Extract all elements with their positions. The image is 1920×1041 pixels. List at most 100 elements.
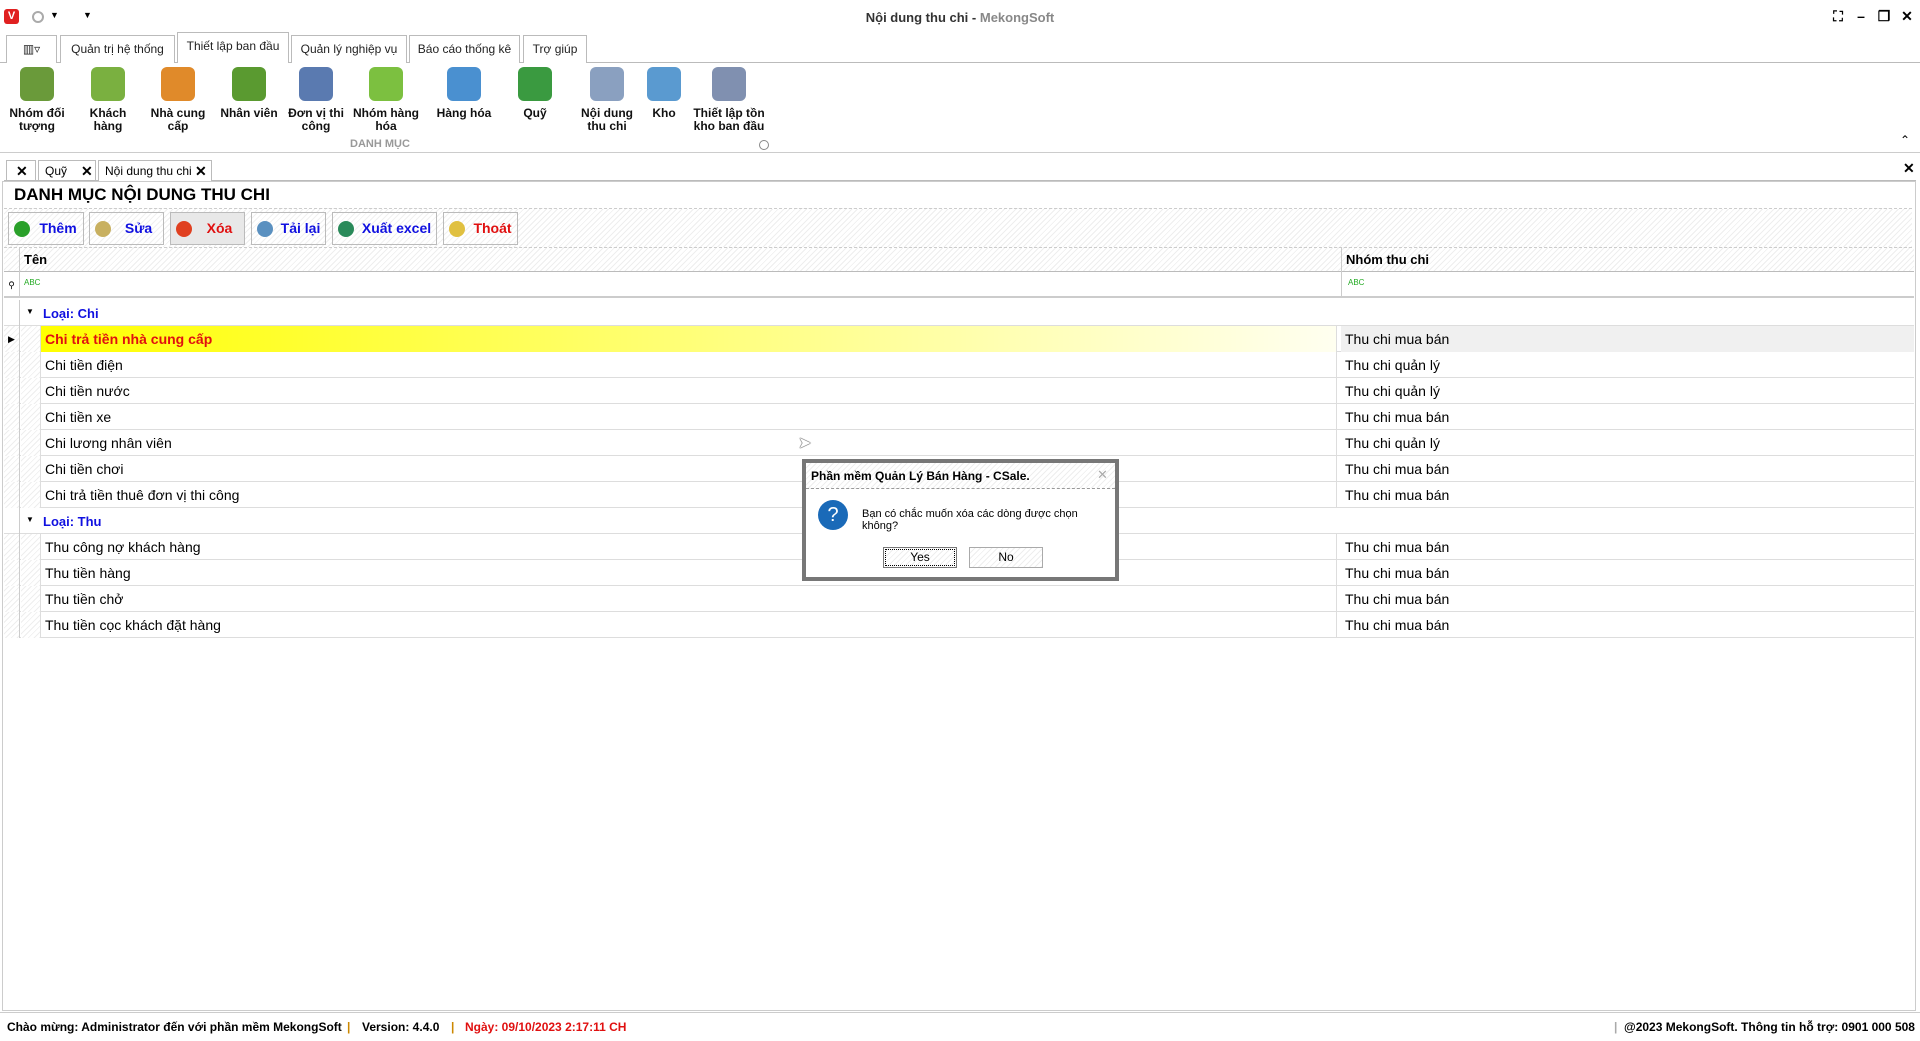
- filter-input-nhom[interactable]: ABC: [1341, 272, 1370, 298]
- edit-button[interactable]: Sửa: [89, 212, 164, 245]
- ribbon-group-expander-icon[interactable]: [759, 140, 769, 150]
- cell-nhom-thu-chi[interactable]: Thu chi mua bán: [1341, 586, 1914, 612]
- toolbar-button-label: Tải lại: [280, 220, 321, 236]
- row-indicator[interactable]: [4, 404, 20, 430]
- exit-button[interactable]: Thoát: [443, 212, 518, 245]
- document-add-icon: [590, 67, 624, 101]
- close-tab-icon[interactable]: ✕: [81, 161, 93, 181]
- no-button[interactable]: No: [969, 547, 1043, 568]
- ribbon-button-0[interactable]: Nhóm đối tượng: [6, 67, 68, 133]
- ribbon-button-9[interactable]: Kho: [644, 67, 684, 120]
- ribbon-button-3[interactable]: Nhân viên: [218, 67, 280, 120]
- row-indicator[interactable]: [4, 586, 20, 612]
- dialog-title: Phần mềm Quản Lý Bán Hàng - CSale.: [806, 463, 1115, 489]
- row-indicator[interactable]: [4, 430, 20, 456]
- tab-help[interactable]: Trợ giúp: [523, 35, 587, 64]
- ribbon-button-1[interactable]: Khách hàng: [80, 67, 136, 133]
- close-tab-icon[interactable]: ✕: [195, 161, 207, 181]
- ribbon-button-2[interactable]: Nhà cung cấp: [146, 67, 210, 133]
- reload-button[interactable]: Tải lại: [251, 212, 326, 245]
- dialog-close-button[interactable]: ✕: [1097, 467, 1108, 483]
- cell-nhom-thu-chi[interactable]: Thu chi mua bán: [1341, 560, 1914, 586]
- grid-header: Tên Nhóm thu chi: [4, 248, 1914, 272]
- cell-nhom-thu-chi[interactable]: Thu chi mua bán: [1341, 326, 1914, 352]
- mouse-cursor-icon: ➤: [798, 435, 812, 452]
- cell-nhom-thu-chi[interactable]: Thu chi mua bán: [1341, 482, 1914, 508]
- column-header-nhom-thu-chi[interactable]: Nhóm thu chi: [1341, 248, 1433, 272]
- tab-initial-setup[interactable]: Thiết lập ban đầu: [177, 32, 289, 64]
- cell-ten[interactable]: Chi tiền xe: [40, 404, 1337, 430]
- row-indicator[interactable]: [4, 560, 20, 586]
- tab-reports[interactable]: Báo cáo thống kê: [409, 35, 520, 64]
- ribbon-button-5[interactable]: Nhóm hàng hóa: [350, 67, 422, 133]
- ribbon-button-7[interactable]: Quỹ: [505, 67, 565, 120]
- cell-nhom-thu-chi[interactable]: Thu chi quản lý: [1341, 378, 1914, 404]
- column-header-ten[interactable]: Tên: [24, 252, 47, 267]
- row-indicator[interactable]: ▶: [4, 326, 20, 352]
- export-excel-button[interactable]: Xuất excel: [332, 212, 437, 245]
- cell-ten[interactable]: Thu tiền chở: [40, 586, 1337, 612]
- tab-operations[interactable]: Quản lý nghiệp vụ: [291, 35, 407, 64]
- cell-nhom-thu-chi[interactable]: Thu chi mua bán: [1341, 404, 1914, 430]
- fullscreen-icon[interactable]: ⛶: [1827, 8, 1849, 25]
- row-indicator[interactable]: [4, 378, 20, 404]
- row-indicator[interactable]: [4, 534, 20, 560]
- group-row[interactable]: ▼ Loại: Chi: [4, 300, 1914, 326]
- table-row[interactable]: Chi tiền xe Thu chi mua bán: [4, 404, 1914, 430]
- people-group-icon: [20, 67, 54, 101]
- cell-ten[interactable]: Thu công nợ khách hàng: [40, 534, 1337, 560]
- table-row[interactable]: Chi tiền nước Thu chi quản lý: [4, 378, 1914, 404]
- cell-ten[interactable]: Thu tiền cọc khách đặt hàng: [40, 612, 1337, 638]
- cell-ten[interactable]: Chi trả tiền nhà cung cấp: [40, 326, 1337, 352]
- add-button[interactable]: Thêm: [8, 212, 84, 245]
- ribbon-button-label: Nhà cung cấp: [150, 106, 206, 133]
- close-window-button[interactable]: ✕: [1896, 8, 1918, 25]
- status-version: Version: 4.4.0: [362, 1020, 440, 1034]
- group-collapse-icon[interactable]: ▼: [26, 307, 34, 316]
- doc-tab-quy[interactable]: Quỹ ✕: [38, 160, 96, 181]
- cell-ten[interactable]: Chi trả tiền thuê đơn vị thi công: [40, 482, 1337, 508]
- row-indicator[interactable]: [4, 352, 20, 378]
- minimize-button[interactable]: –: [1850, 8, 1872, 24]
- cell-ten[interactable]: Chi tiền chơi: [40, 456, 1337, 482]
- cell-nhom-thu-chi[interactable]: Thu chi mua bán: [1341, 534, 1914, 560]
- window-title: Nội dung thu chi - MekongSoft: [865, 10, 1055, 25]
- table-row[interactable]: Chi tiền điện Thu chi quản lý: [4, 352, 1914, 378]
- table-row[interactable]: Chi lương nhân viên Thu chi quản lý: [4, 430, 1914, 456]
- cell-nhom-thu-chi[interactable]: Thu chi mua bán: [1341, 612, 1914, 638]
- doc-tab-noi-dung-thu-chi[interactable]: Nội dung thu chi ✕: [98, 160, 212, 182]
- ribbon-button-8[interactable]: Nội dung thu chi: [571, 67, 643, 133]
- ribbon-button-label: Hàng hóa: [436, 106, 492, 120]
- close-document-icon[interactable]: ✕: [1903, 160, 1915, 177]
- table-row[interactable]: Thu tiền chở Thu chi mua bán: [4, 586, 1914, 612]
- table-row[interactable]: ▶ Chi trả tiền nhà cung cấp Thu chi mua bá…: [4, 326, 1914, 352]
- delete-button[interactable]: Xóa: [170, 212, 245, 245]
- close-all-tab[interactable]: ✕: [6, 160, 36, 181]
- table-row[interactable]: Thu tiền cọc khách đặt hàng Thu chi mua b…: [4, 612, 1914, 638]
- row-indicator[interactable]: [4, 612, 20, 638]
- cell-ten[interactable]: Thu tiền hàng: [40, 560, 1337, 586]
- ribbon-group-label: DANH MỤC: [350, 138, 410, 150]
- ribbon-button-label: Đơn vị thi công: [288, 106, 344, 133]
- cell-nhom-thu-chi[interactable]: Thu chi quản lý: [1341, 352, 1914, 378]
- ribbon-button-10[interactable]: Thiết lập tồn kho ban đầu: [688, 67, 770, 133]
- filter-input-ten[interactable]: ABC: [24, 278, 40, 287]
- cell-ten[interactable]: Chi tiền điện: [40, 352, 1337, 378]
- excel-icon: [338, 221, 354, 237]
- group-collapse-icon[interactable]: ▼: [26, 515, 34, 524]
- add-icon: [14, 221, 30, 237]
- cell-nhom-thu-chi[interactable]: Thu chi mua bán: [1341, 456, 1914, 482]
- cell-ten[interactable]: Chi tiền nước: [40, 378, 1337, 404]
- restore-button[interactable]: ❐: [1873, 8, 1895, 25]
- ribbon-collapse-icon[interactable]: ⌃: [1900, 133, 1910, 147]
- row-indicator[interactable]: [4, 456, 20, 482]
- ribbon-button-6[interactable]: Hàng hóa: [428, 67, 500, 120]
- app-menu-button[interactable]: ▥▿: [6, 35, 57, 64]
- yes-button[interactable]: Yes: [883, 547, 957, 568]
- cell-nhom-thu-chi[interactable]: Thu chi quản lý: [1341, 430, 1914, 456]
- cell-ten[interactable]: Chi lương nhân viên: [40, 430, 1337, 456]
- row-indicator[interactable]: [4, 482, 20, 508]
- ribbon-button-4[interactable]: Đơn vị thi công: [287, 67, 345, 133]
- tab-system[interactable]: Quản trị hệ thống: [60, 35, 175, 64]
- doc-tab-label: Nội dung thu chi: [105, 164, 192, 178]
